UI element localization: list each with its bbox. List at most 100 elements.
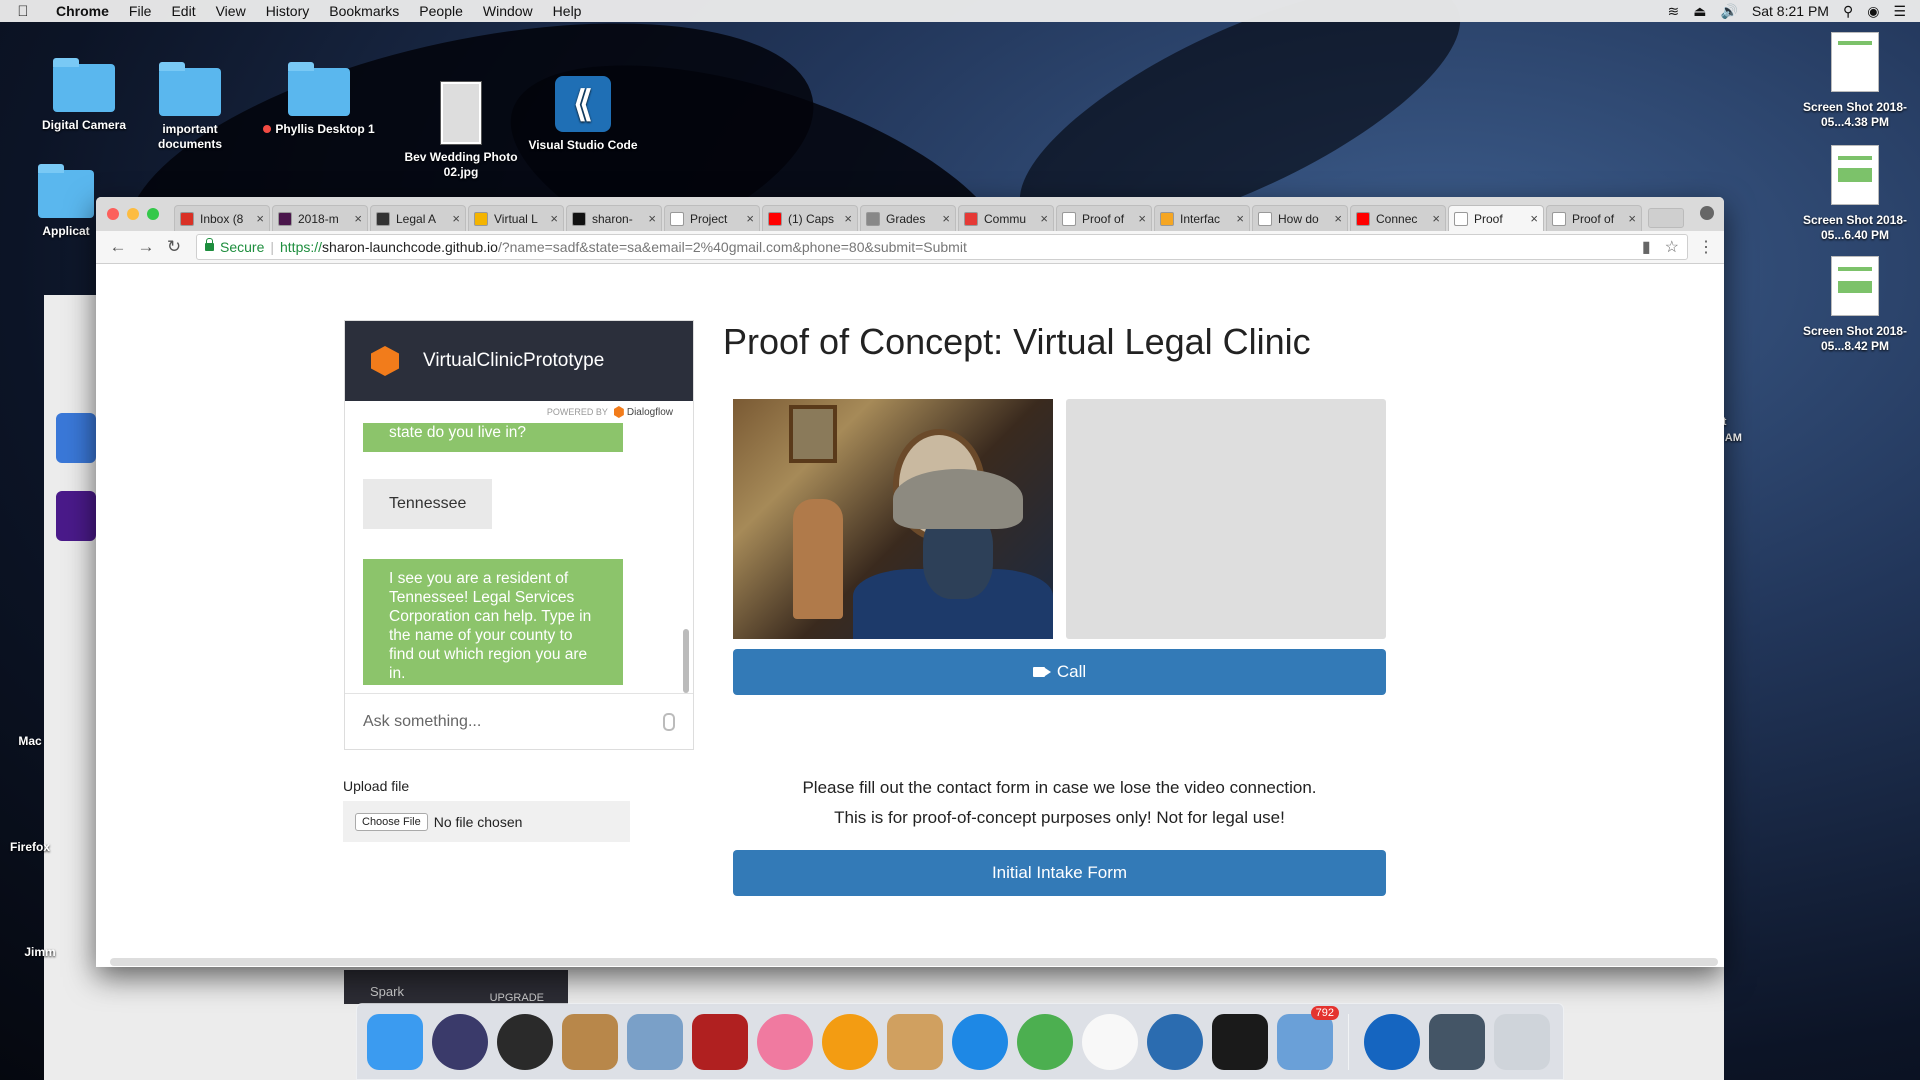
menu-people[interactable]: People bbox=[409, 3, 473, 19]
tab-close-icon[interactable]: × bbox=[1628, 211, 1636, 226]
menu-bookmarks[interactable]: Bookmarks bbox=[319, 3, 409, 19]
browser-tab[interactable]: Commu × bbox=[958, 205, 1054, 231]
chat-scrollbar[interactable] bbox=[683, 629, 689, 693]
menubar-clock[interactable]: Sat 8:21 PM bbox=[1752, 3, 1829, 19]
file-input[interactable]: Choose File No file chosen bbox=[343, 801, 630, 842]
dock-itunes-icon[interactable] bbox=[757, 1013, 813, 1070]
desktop-icon-digital-camera[interactable]: Digital Camera bbox=[24, 58, 144, 133]
menu-window[interactable]: Window bbox=[473, 3, 543, 19]
desktop-icon-applications[interactable]: Applicat bbox=[26, 164, 106, 239]
apple-menu-icon[interactable]:  bbox=[0, 3, 46, 20]
address-bar[interactable]: Secure | https://sharon-launchcode.githu… bbox=[196, 234, 1688, 260]
chat-messages[interactable]: state do you live in? Tennessee I see yo… bbox=[345, 423, 675, 691]
call-button[interactable]: Call bbox=[733, 649, 1386, 695]
yahoo-icon[interactable] bbox=[56, 491, 96, 541]
google-icon[interactable] bbox=[56, 413, 96, 463]
dock-keynote-icon[interactable] bbox=[887, 1013, 943, 1070]
camera-icon[interactable]: ▮ bbox=[1642, 237, 1651, 257]
browser-tab[interactable]: Project × bbox=[664, 205, 760, 231]
dock-photos-icon[interactable] bbox=[1082, 1013, 1138, 1070]
browser-tab[interactable]: sharon- × bbox=[566, 205, 662, 231]
profile-icon[interactable] bbox=[1700, 206, 1714, 220]
security-indicator[interactable]: Secure bbox=[205, 238, 264, 255]
desktop-icon-bev-wedding-photo[interactable]: Bev Wedding Photo 02.jpg bbox=[401, 82, 521, 180]
spotlight-icon[interactable]: ⚲ bbox=[1843, 3, 1853, 20]
tab-close-icon[interactable]: × bbox=[354, 211, 362, 226]
tab-close-icon[interactable]: × bbox=[648, 211, 656, 226]
minimize-window-button[interactable] bbox=[127, 208, 139, 220]
dock-preview-icon[interactable] bbox=[627, 1013, 683, 1070]
dock-trash-icon[interactable] bbox=[1494, 1013, 1550, 1070]
tab-close-icon[interactable]: × bbox=[1040, 211, 1048, 226]
desktop-screenshot-2[interactable]: Screen Shot 2018-05...6.40 PM bbox=[1795, 145, 1915, 243]
browser-tab[interactable]: Inbox (8 × bbox=[174, 205, 270, 231]
dock-siri-icon[interactable] bbox=[432, 1013, 488, 1070]
dock-network-utility-icon[interactable] bbox=[1147, 1013, 1203, 1070]
bookmark-star-icon[interactable]: ☆ bbox=[1665, 237, 1679, 257]
browser-tab[interactable]: Proof of × bbox=[1056, 205, 1152, 231]
tab-title: Proof of bbox=[1572, 211, 1615, 226]
tab-close-icon[interactable]: × bbox=[1236, 211, 1244, 226]
microphone-icon[interactable] bbox=[663, 712, 675, 731]
dock-contacts-icon[interactable] bbox=[562, 1013, 618, 1070]
tab-close-icon[interactable]: × bbox=[452, 211, 460, 226]
browser-tab[interactable]: How do × bbox=[1252, 205, 1348, 231]
reload-icon[interactable]: ↻ bbox=[160, 237, 188, 257]
tab-close-icon[interactable]: × bbox=[550, 211, 558, 226]
browser-tab[interactable]: (1) Caps × bbox=[762, 205, 858, 231]
menu-view[interactable]: View bbox=[206, 3, 256, 19]
dialogflow-brand[interactable]: Dialogflow bbox=[613, 406, 673, 418]
close-window-button[interactable] bbox=[107, 208, 119, 220]
wifi-icon[interactable]: ≋ bbox=[1668, 3, 1680, 20]
dock-terminal-icon[interactable] bbox=[1212, 1013, 1268, 1070]
dock-images-icon[interactable] bbox=[1429, 1013, 1485, 1070]
desktop-icon-visual-studio-code[interactable]: ⟪ Visual Studio Code bbox=[523, 76, 643, 153]
tab-close-icon[interactable]: × bbox=[256, 211, 264, 226]
tab-close-icon[interactable]: × bbox=[844, 211, 852, 226]
desktop-icon-phyllis-desktop[interactable]: Phyllis Desktop 1 bbox=[259, 62, 379, 137]
browser-tab[interactable]: Proof of × bbox=[1546, 205, 1642, 231]
tab-close-icon[interactable]: × bbox=[1432, 211, 1440, 226]
dock-finder-icon[interactable] bbox=[367, 1013, 423, 1070]
forward-icon[interactable]: → bbox=[132, 237, 160, 257]
browser-tab[interactable]: 2018-m × bbox=[272, 205, 368, 231]
eject-icon[interactable]: ⏏ bbox=[1693, 3, 1706, 20]
dock-launchpad-icon[interactable] bbox=[497, 1013, 553, 1070]
browser-tab[interactable]: Proof × bbox=[1448, 205, 1544, 231]
notification-center-icon[interactable]: ☰ bbox=[1893, 3, 1906, 20]
dock-ibooks-icon[interactable] bbox=[822, 1013, 878, 1070]
initial-intake-form-button[interactable]: Initial Intake Form bbox=[733, 850, 1386, 896]
menu-file[interactable]: File bbox=[119, 3, 162, 19]
siri-icon[interactable]: ◉ bbox=[1867, 3, 1879, 20]
horizontal-scrollbar[interactable] bbox=[110, 958, 1718, 966]
volume-icon[interactable]: 🔊 bbox=[1720, 3, 1737, 20]
browser-tab[interactable]: Legal A × bbox=[370, 205, 466, 231]
tab-close-icon[interactable]: × bbox=[1530, 211, 1538, 226]
dock-chrome-icon[interactable] bbox=[1017, 1013, 1073, 1070]
tab-close-icon[interactable]: × bbox=[942, 211, 950, 226]
menu-help[interactable]: Help bbox=[543, 3, 592, 19]
new-tab-button[interactable] bbox=[1648, 208, 1684, 228]
browser-tab[interactable]: Interfac × bbox=[1154, 205, 1250, 231]
dock-photo-booth-icon[interactable] bbox=[692, 1013, 748, 1070]
chrome-menu-icon[interactable]: ⋮ bbox=[1696, 237, 1716, 257]
desktop-screenshot-3[interactable]: Screen Shot 2018-05...8.42 PM bbox=[1795, 256, 1915, 354]
chat-input[interactable]: Ask something... bbox=[345, 693, 693, 749]
choose-file-button[interactable]: Choose File bbox=[355, 812, 428, 831]
browser-tab[interactable]: Connec × bbox=[1350, 205, 1446, 231]
menu-history[interactable]: History bbox=[256, 3, 320, 19]
dock-safari-icon[interactable] bbox=[952, 1013, 1008, 1070]
tab-close-icon[interactable]: × bbox=[1138, 211, 1146, 226]
desktop-screenshot-1[interactable]: Screen Shot 2018-05...4.38 PM bbox=[1795, 32, 1915, 130]
menu-chrome[interactable]: Chrome bbox=[46, 3, 119, 19]
browser-tab[interactable]: Virtual L × bbox=[468, 205, 564, 231]
browser-tab[interactable]: Grades × bbox=[860, 205, 956, 231]
menu-edit[interactable]: Edit bbox=[161, 3, 205, 19]
dock-mail-icon[interactable]: 792 bbox=[1277, 1005, 1339, 1070]
dock-globe-icon[interactable] bbox=[1364, 1013, 1420, 1070]
desktop-icon-important-documents[interactable]: important documents bbox=[130, 62, 250, 152]
tab-close-icon[interactable]: × bbox=[746, 211, 754, 226]
back-icon[interactable]: ← bbox=[104, 237, 132, 257]
zoom-window-button[interactable] bbox=[147, 208, 159, 220]
tab-close-icon[interactable]: × bbox=[1334, 211, 1342, 226]
